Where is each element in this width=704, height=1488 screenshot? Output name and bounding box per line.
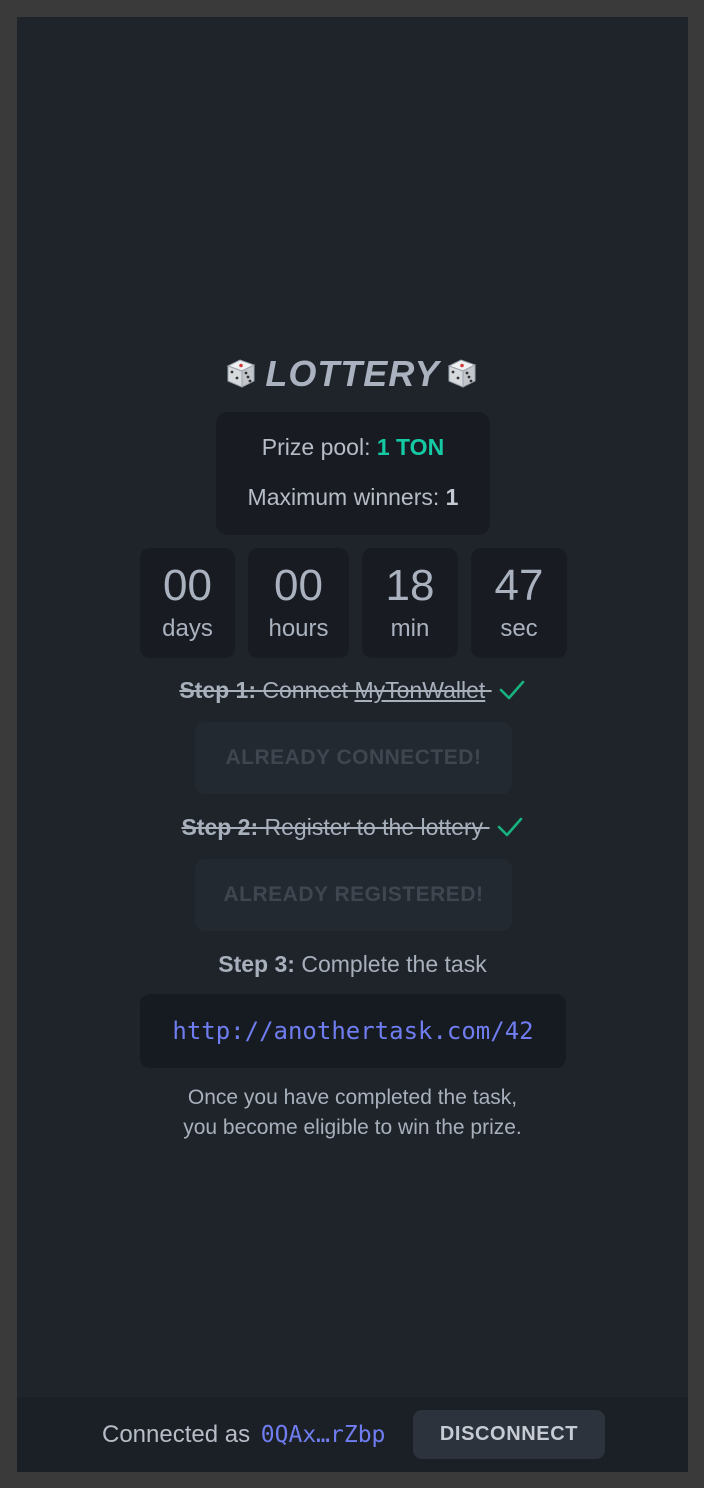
- countdown-unit: hours: [268, 615, 329, 642]
- countdown-value: 47: [494, 561, 544, 610]
- note-line-2: you become eligible to win the prize.: [183, 1116, 522, 1139]
- countdown-hours: 00 hours: [248, 548, 349, 658]
- countdown-value: 00: [163, 561, 212, 610]
- countdown-value: 18: [385, 561, 435, 610]
- checkmark-icon: [499, 680, 524, 700]
- step-3-text: Complete the task: [301, 951, 487, 977]
- step-1-label: Step 1:: [179, 677, 257, 703]
- disconnect-button[interactable]: DISCONNECT: [413, 1410, 605, 1459]
- mytonwallet-link[interactable]: MyTonWallet: [354, 677, 485, 703]
- wallet-footer: Connected as 0QAx…rZbp DISCONNECT: [17, 1397, 688, 1472]
- page-title: LOTTERY: [17, 353, 688, 395]
- note-line-1: Once you have completed the task,: [187, 1086, 518, 1109]
- max-winners-label: Maximum winners:: [247, 484, 440, 510]
- countdown-unit: min: [390, 615, 430, 642]
- title-text: LOTTERY: [265, 353, 440, 394]
- countdown-min: 18 min: [362, 548, 458, 658]
- step-2-heading: Step 2: Register to the lottery: [17, 812, 688, 842]
- max-winners-value: 1: [445, 484, 459, 510]
- step-3-heading: Step 3: Complete the task: [17, 949, 688, 979]
- main-content: LOTTERY Prize pool: 1 TON Maximum winner…: [17, 17, 688, 1397]
- countdown-sec: 47 sec: [471, 548, 567, 658]
- app-frame: LOTTERY Prize pool: 1 TON Maximum winner…: [17, 17, 688, 1472]
- prize-pool-value: 1 TON: [376, 434, 445, 460]
- countdown-days: 00 days: [140, 548, 235, 658]
- already-connected-button[interactable]: ALREADY CONNECTED!: [195, 722, 512, 794]
- dice-icon: [227, 359, 256, 388]
- wallet-address[interactable]: 0QAx…rZbp: [261, 1422, 386, 1448]
- connected-label: Connected as: [102, 1421, 251, 1448]
- task-link[interactable]: http://anothertask.com/42: [172, 1017, 533, 1045]
- step-2-label: Step 2:: [181, 814, 259, 840]
- step-3-label: Step 3:: [218, 951, 295, 977]
- countdown-unit: days: [162, 615, 213, 642]
- eligibility-note: Once you have completed the task, you be…: [17, 1083, 688, 1143]
- step-1-heading: Step 1: Connect MyTonWallet: [17, 675, 688, 705]
- already-registered-button[interactable]: ALREADY REGISTERED!: [195, 859, 512, 931]
- task-link-box: http://anothertask.com/42: [140, 994, 566, 1068]
- max-winners-line: Maximum winners: 1: [216, 484, 490, 511]
- prize-pool-label: Prize pool:: [261, 434, 371, 460]
- prize-info-card: Prize pool: 1 TON Maximum winners: 1: [216, 412, 490, 535]
- step-1-text: Connect: [262, 677, 349, 703]
- prize-pool-line: Prize pool: 1 TON: [216, 434, 490, 461]
- checkmark-icon: [497, 817, 522, 837]
- countdown-unit: sec: [500, 615, 538, 642]
- step-2-text: Register to the lottery: [264, 814, 484, 840]
- countdown-value: 00: [274, 561, 323, 610]
- connection-status: Connected as 0QAx…rZbp: [102, 1418, 385, 1452]
- dice-icon: [447, 359, 476, 388]
